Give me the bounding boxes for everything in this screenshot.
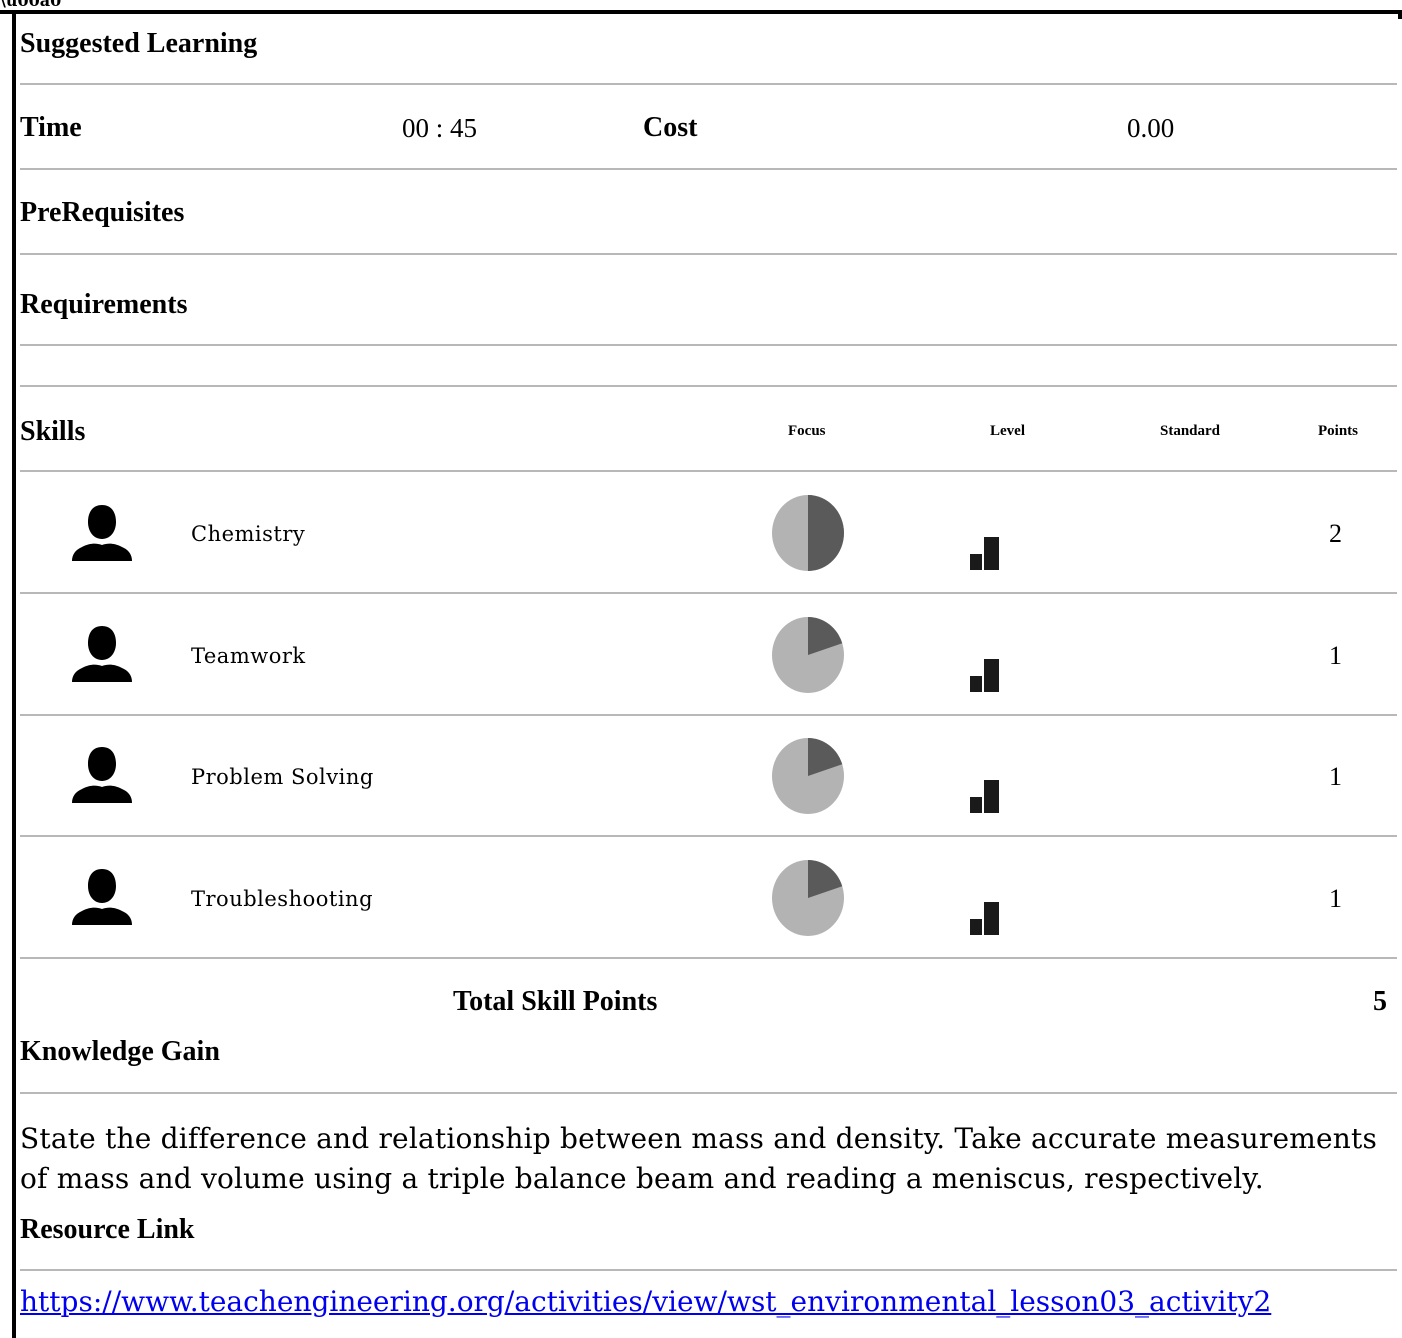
user-silhouette-icon <box>72 747 132 803</box>
cost-value: 0.00 <box>1127 113 1175 143</box>
column-header-focus: Focus <box>788 423 826 439</box>
skill-name: Problem Solving <box>191 765 374 789</box>
user-silhouette-icon <box>72 505 132 561</box>
focus-pie-chart <box>772 495 844 571</box>
divider <box>20 168 1397 170</box>
divider <box>20 470 1397 472</box>
right-border-stub <box>1398 10 1402 19</box>
skill-name: Chemistry <box>191 522 306 546</box>
divider <box>20 253 1397 255</box>
skill-name: Troubleshooting <box>191 887 374 911</box>
section-title-resource-link: Resource Link <box>20 1214 195 1245</box>
skill-points: 1 <box>1329 641 1342 670</box>
skill-points: 2 <box>1329 519 1342 548</box>
focus-pie-chart <box>772 860 844 936</box>
time-value: 00 : 45 <box>402 113 478 143</box>
divider <box>20 714 1397 716</box>
column-header-standard: Standard <box>1160 423 1221 439</box>
left-border <box>12 10 16 1338</box>
skill-points: 1 <box>1329 884 1342 913</box>
user-silhouette-icon <box>72 869 132 925</box>
skill-points: 1 <box>1329 762 1342 791</box>
section-title-prerequisites: PreRequisites <box>20 197 185 228</box>
section-title-suggested-learning: Suggested Learning <box>20 28 258 59</box>
section-title-skills: Skills <box>20 416 86 447</box>
divider <box>20 835 1397 837</box>
focus-pie-chart <box>772 617 844 693</box>
level-bars-icon <box>970 902 999 935</box>
resource-link[interactable]: https://www.teachengineering.org/activit… <box>20 1285 1271 1318</box>
divider <box>20 957 1397 959</box>
time-label: Time <box>20 112 82 143</box>
section-title-requirements: Requirements <box>20 289 188 320</box>
focus-pie-chart <box>772 738 844 814</box>
column-header-level: Level <box>990 423 1025 439</box>
total-skill-points-value: 5 <box>1373 986 1387 1017</box>
cost-label: Cost <box>643 112 698 143</box>
skill-name: Teamwork <box>191 644 306 668</box>
total-skill-points-label: Total Skill Points <box>453 986 658 1017</box>
level-bars-icon <box>970 659 999 692</box>
section-title-knowledge-gain: Knowledge Gain <box>20 1036 220 1067</box>
divider <box>20 385 1397 387</box>
user-silhouette-icon <box>72 626 132 682</box>
clipped-text: \u00a0 <box>0 0 62 10</box>
suggested-learning-panel: Suggested Learning Time 00 : 45 Cost 0.0… <box>20 14 1397 1338</box>
divider <box>20 1092 1397 1094</box>
divider <box>20 344 1397 346</box>
pie-slice-focus <box>808 495 844 571</box>
divider <box>20 592 1397 594</box>
level-bars-icon <box>970 537 999 570</box>
divider <box>20 1269 1397 1271</box>
level-bars-icon <box>970 780 999 813</box>
column-header-points: Points <box>1318 423 1359 439</box>
divider <box>20 83 1397 85</box>
knowledge-gain-text: State the difference and relationship be… <box>20 1122 1378 1195</box>
